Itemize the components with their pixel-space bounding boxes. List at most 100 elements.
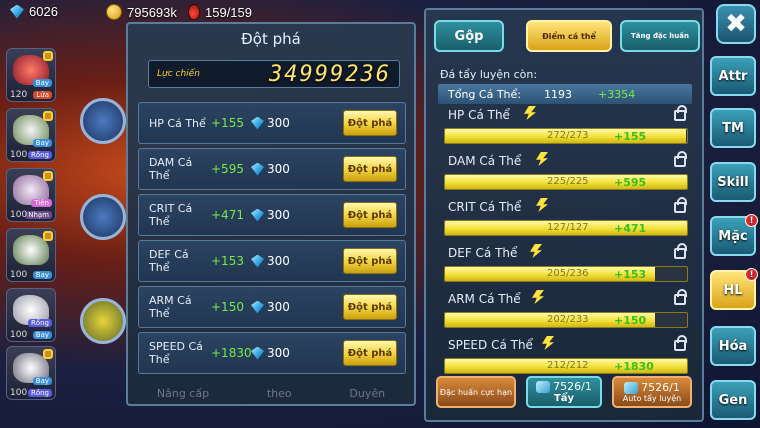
nav-gen[interactable]: Gen bbox=[710, 380, 756, 420]
stone-icon bbox=[536, 380, 551, 393]
wash-button[interactable]: 7526/1 Tẩy bbox=[526, 376, 602, 408]
nav-skill[interactable]: Skill bbox=[710, 162, 756, 202]
team-slot[interactable]: Bay Lửa 120 bbox=[6, 48, 56, 102]
breakthrough-button[interactable]: Đột phá bbox=[343, 294, 397, 320]
stamina-counter[interactable]: 159/159 bbox=[188, 4, 252, 20]
breakthrough-row: ARM Cá Thể +150 300 Đột phá bbox=[138, 286, 406, 328]
type-tag: Bay bbox=[32, 271, 52, 279]
breakthrough-button[interactable]: Đột phá bbox=[343, 202, 397, 228]
tab-special-training[interactable]: Tăng đặc huấn bbox=[620, 20, 700, 52]
lock-icon[interactable] bbox=[674, 151, 687, 167]
lock-icon bbox=[43, 349, 53, 359]
wash-label: Tẩy bbox=[553, 393, 575, 404]
stat-name: DAM Cá Thể bbox=[448, 154, 522, 168]
gem-counter[interactable]: 6026 bbox=[10, 4, 58, 19]
follow-label: theo bbox=[266, 387, 292, 400]
lock-icon[interactable] bbox=[674, 197, 687, 213]
stat-name: HP Cá Thể bbox=[448, 108, 510, 122]
total-stat-bar: Tổng Cá Thể: 1193 +3354 bbox=[438, 84, 692, 104]
auto-wash-label: Auto tẩy luyện bbox=[622, 394, 682, 403]
breakthrough-button[interactable]: Đột phá bbox=[343, 110, 397, 136]
stat-name: HP Cá Thể bbox=[149, 116, 206, 130]
lock-icon[interactable] bbox=[674, 243, 687, 259]
stat-progress-text: 205/236 bbox=[547, 268, 589, 279]
stat-name: CRIT Cá Thể bbox=[149, 202, 193, 228]
lock-team-button[interactable] bbox=[80, 194, 126, 240]
stat-bonus: +595 bbox=[211, 162, 244, 176]
auto-stone-count: 7526/1 bbox=[624, 381, 680, 394]
gem-icon bbox=[251, 254, 264, 268]
type-tag: Rồng bbox=[27, 151, 52, 159]
lightning-icon bbox=[542, 336, 554, 350]
stat-name: DEF Cá Thể bbox=[448, 246, 518, 260]
stat-progress-text: 212/212 bbox=[547, 360, 589, 371]
special-training-label: Đặc huấn cực hạn bbox=[439, 387, 513, 397]
type-tag: Lửa bbox=[33, 91, 52, 99]
stone-icon bbox=[624, 381, 639, 394]
lock-icon[interactable] bbox=[674, 105, 687, 121]
close-button[interactable]: ✖ bbox=[716, 4, 756, 44]
lightning-icon bbox=[524, 106, 536, 120]
hidden-bottom-menu: Nâng cấp theo Duyên bbox=[128, 387, 414, 400]
team-slot[interactable]: Bay Rồng 100 bbox=[6, 346, 56, 400]
stat-bonus: +1830 bbox=[211, 346, 252, 360]
nav-attr[interactable]: Attr bbox=[710, 56, 756, 96]
stat-progress-text: 202/233 bbox=[547, 314, 589, 325]
total-value: 1193 bbox=[544, 87, 572, 101]
monster-level: 100 bbox=[10, 210, 28, 220]
lock-icon[interactable] bbox=[674, 289, 687, 305]
alert-badge: ! bbox=[745, 214, 758, 227]
lock-icon bbox=[43, 171, 53, 181]
gem-cost: 300 bbox=[251, 346, 321, 360]
team-slot[interactable]: Rồng Bay 100 bbox=[6, 288, 56, 342]
type-tag: Bay bbox=[32, 139, 52, 147]
gold-counter[interactable]: 795693k bbox=[106, 4, 177, 20]
type-tag: Nhạm bbox=[25, 211, 52, 219]
type-tag: Rồng bbox=[27, 389, 52, 397]
nav-tm[interactable]: TM bbox=[710, 108, 756, 148]
type-tag: Bay bbox=[32, 377, 52, 385]
lock-icon bbox=[43, 111, 53, 121]
sword-skill-button[interactable] bbox=[80, 98, 126, 144]
nav-equip[interactable]: Mặc! bbox=[710, 214, 758, 256]
wash-stone-count: 7526/1 bbox=[536, 380, 592, 393]
breakthrough-button[interactable]: Đột phá bbox=[343, 248, 397, 274]
breakthrough-button[interactable]: Đột phá bbox=[343, 156, 397, 182]
gold-amount: 795693k bbox=[127, 4, 177, 20]
stat-row: ARM Cá Thể 202/233 +150 bbox=[442, 289, 690, 334]
special-training-button[interactable]: Đặc huấn cực hạn bbox=[436, 376, 516, 408]
auto-wash-button[interactable]: 7526/1 Auto tẩy luyện bbox=[612, 376, 692, 408]
remaining-stones-label: Đá tẩy luyện còn: bbox=[440, 68, 538, 81]
type-tag: Bay bbox=[32, 79, 52, 87]
stat-row: DEF Cá Thể 205/236 +153 bbox=[442, 243, 690, 288]
stat-name: ARM Cá Thể bbox=[448, 292, 521, 306]
stat-bonus: +1830 bbox=[614, 360, 654, 373]
team-slot[interactable]: Bay Rồng 100 bbox=[6, 108, 56, 162]
total-bonus: +3354 bbox=[598, 87, 636, 101]
stat-progress-text: 225/225 bbox=[547, 176, 589, 187]
breakthrough-button[interactable]: Đột phá bbox=[343, 340, 397, 366]
breakthrough-row: HP Cá Thể +155 300 Đột phá bbox=[138, 102, 406, 144]
breakthrough-row: CRIT Cá Thể +471 300 Đột phá bbox=[138, 194, 406, 236]
element-wheel-button[interactable] bbox=[80, 298, 126, 344]
stat-bonus: +150 bbox=[614, 314, 647, 327]
stat-bonus: +153 bbox=[211, 254, 244, 268]
type-tag: Rồng bbox=[27, 319, 52, 327]
gold-coin-icon bbox=[106, 4, 122, 20]
monster-level: 100 bbox=[10, 330, 28, 340]
stat-bonus: +155 bbox=[211, 116, 244, 130]
team-slot[interactable]: Bay 100 bbox=[6, 228, 56, 282]
nav-evolve[interactable]: Hóa bbox=[710, 326, 756, 366]
nav-hl[interactable]: HL! bbox=[710, 268, 758, 310]
potion-icon bbox=[188, 4, 200, 20]
stamina-amount: 159/159 bbox=[205, 4, 252, 20]
alert-badge: ! bbox=[745, 268, 758, 281]
upgrade-label: Nâng cấp bbox=[156, 387, 210, 400]
stat-progress-text: 127/127 bbox=[547, 222, 589, 233]
lock-icon[interactable] bbox=[674, 335, 687, 351]
tab-stat-points[interactable]: Điểm cá thể bbox=[526, 20, 612, 52]
lightning-icon bbox=[536, 198, 548, 212]
stat-row: HP Cá Thể 272/273 +155 bbox=[442, 105, 690, 150]
team-slot[interactable]: Tiên Nhạm 100 bbox=[6, 168, 56, 222]
tab-merge[interactable]: Gộp bbox=[434, 20, 504, 52]
